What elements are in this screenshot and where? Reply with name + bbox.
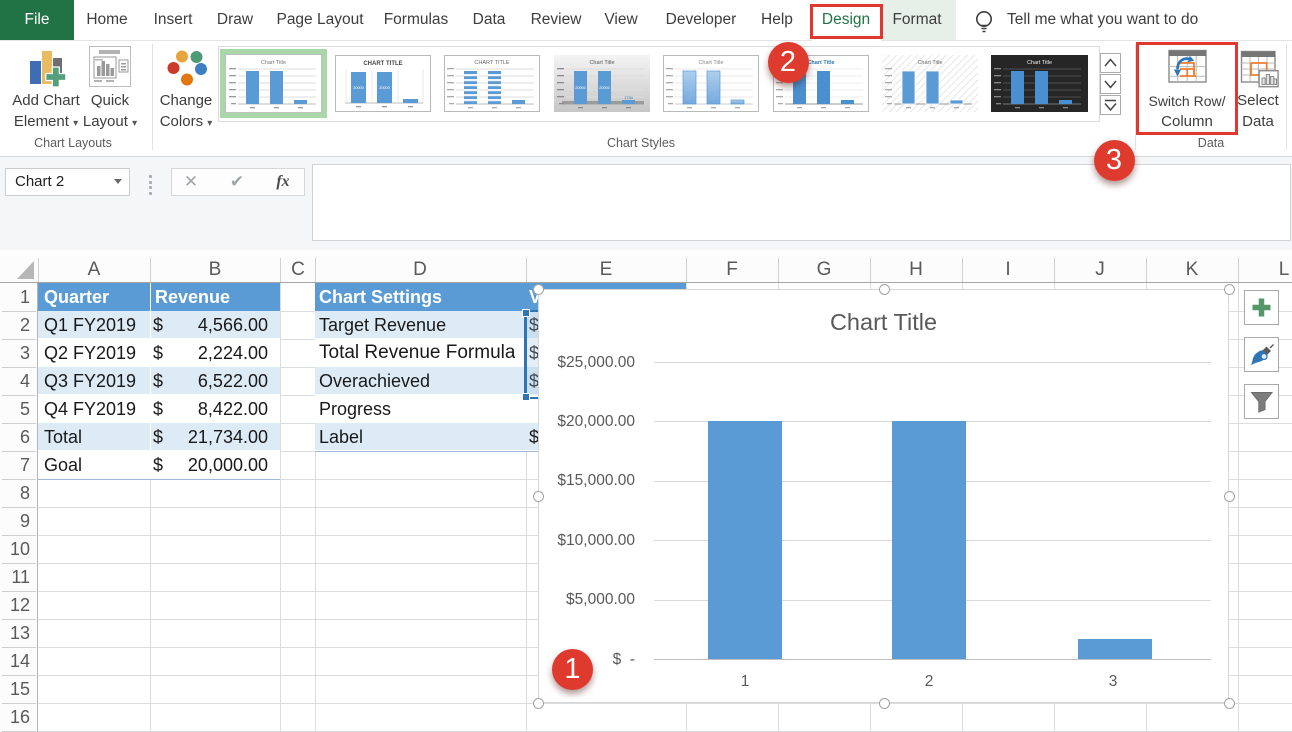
svg-text:CHART TITLE: CHART TITLE bbox=[474, 60, 509, 66]
svg-text:20000: 20000 bbox=[379, 86, 390, 90]
svg-text:Chart Title: Chart Title bbox=[698, 60, 723, 66]
svg-text:20000: 20000 bbox=[575, 86, 586, 90]
svg-text:Chart Title: Chart Title bbox=[917, 60, 942, 66]
svg-text:20000: 20000 bbox=[353, 86, 364, 90]
svg-text:Chart Title: Chart Title bbox=[589, 60, 614, 66]
svg-text:Chart Title: Chart Title bbox=[261, 60, 286, 66]
svg-text:20000: 20000 bbox=[599, 86, 610, 90]
svg-text:1734: 1734 bbox=[624, 96, 632, 100]
svg-text:Chart Title: Chart Title bbox=[1027, 60, 1052, 66]
svg-text:CHART TITLE: CHART TITLE bbox=[363, 61, 402, 67]
svg-text:Chart Title: Chart Title bbox=[807, 60, 834, 66]
